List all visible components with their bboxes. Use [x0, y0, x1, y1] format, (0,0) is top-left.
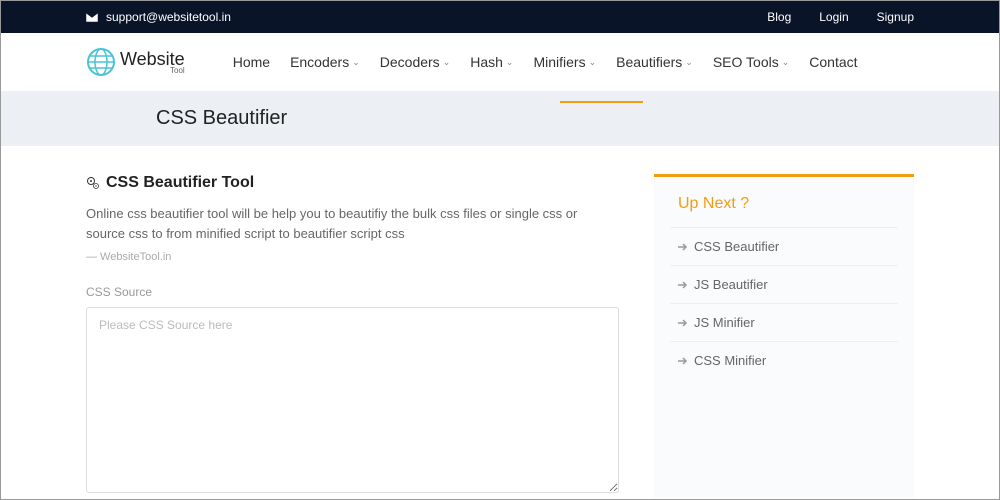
sidebar-item-label: JS Beautifier — [694, 277, 768, 292]
chevron-down-icon: ⌄ — [506, 57, 514, 68]
nav-contact[interactable]: Contact — [809, 50, 857, 74]
logo[interactable]: Website Tool — [86, 47, 185, 77]
arrow-right-icon — [678, 242, 688, 252]
sidebar-list: CSS Beautifier JS Beautifier JS Minifier… — [670, 227, 898, 379]
blog-link[interactable]: Blog — [767, 10, 791, 24]
gears-icon — [86, 176, 100, 190]
main-nav: Home Encoders⌄ Decoders⌄ Hash⌄ Minifiers… — [233, 50, 858, 74]
main-content: CSS Beautifier Tool Online css beautifie… — [1, 146, 999, 498]
sidebar-item-css-beautifier[interactable]: CSS Beautifier — [670, 227, 898, 265]
envelope-icon — [86, 13, 98, 22]
breadcrumb-bar: CSS Beautifier — [1, 91, 999, 146]
heading-text: CSS Beautifier Tool — [106, 174, 254, 192]
sidebar-title: Up Next ? — [670, 195, 898, 227]
topbar: support@websitetool.in Blog Login Signup — [1, 1, 999, 33]
sidebar-item-js-minifier[interactable]: JS Minifier — [670, 303, 898, 341]
sidebar: Up Next ? CSS Beautifier JS Beautifier J… — [654, 174, 914, 498]
chevron-down-icon: ⌄ — [589, 57, 597, 68]
logo-main-text: Website — [120, 50, 185, 68]
signup-link[interactable]: Signup — [877, 10, 914, 24]
nav-active-underline — [560, 101, 643, 103]
description: Online css beautifier tool will be help … — [86, 204, 619, 243]
css-source-label: CSS Source — [86, 285, 619, 299]
sidebar-item-label: CSS Minifier — [694, 353, 766, 368]
sidebar-item-label: JS Minifier — [694, 315, 755, 330]
chevron-down-icon: ⌄ — [352, 57, 360, 68]
nav-beautifiers[interactable]: Beautifiers⌄ — [616, 50, 693, 74]
nav-decoders[interactable]: Decoders⌄ — [380, 50, 450, 74]
nav-seo-tools[interactable]: SEO Tools⌄ — [713, 50, 789, 74]
arrow-right-icon — [678, 356, 688, 366]
page-title: CSS Beautifier — [156, 107, 844, 130]
logo-sub-text: Tool — [120, 67, 185, 75]
nav-minifiers[interactable]: Minifiers⌄ — [533, 50, 596, 74]
chevron-down-icon: ⌄ — [782, 57, 790, 68]
header: Website Tool Home Encoders⌄ Decoders⌄ Ha… — [1, 33, 999, 91]
arrow-right-icon — [678, 318, 688, 328]
globe-icon — [86, 47, 116, 77]
content-area: CSS Beautifier Tool Online css beautifie… — [86, 174, 619, 498]
sidebar-item-label: CSS Beautifier — [694, 239, 779, 254]
login-link[interactable]: Login — [819, 10, 848, 24]
css-source-input[interactable] — [86, 307, 619, 493]
nav-encoders[interactable]: Encoders⌄ — [290, 50, 360, 74]
attribution: — WebsiteTool.in — [86, 251, 619, 263]
topbar-email[interactable]: support@websitetool.in — [86, 10, 231, 24]
nav-hash[interactable]: Hash⌄ — [470, 50, 513, 74]
chevron-down-icon: ⌄ — [685, 57, 693, 68]
sidebar-item-js-beautifier[interactable]: JS Beautifier — [670, 265, 898, 303]
nav-home[interactable]: Home — [233, 50, 270, 74]
section-heading: CSS Beautifier Tool — [86, 174, 619, 192]
arrow-right-icon — [678, 280, 688, 290]
chevron-down-icon: ⌄ — [443, 57, 451, 68]
sidebar-item-css-minifier[interactable]: CSS Minifier — [670, 341, 898, 379]
topbar-links: Blog Login Signup — [767, 10, 914, 24]
email-text: support@websitetool.in — [106, 10, 231, 24]
